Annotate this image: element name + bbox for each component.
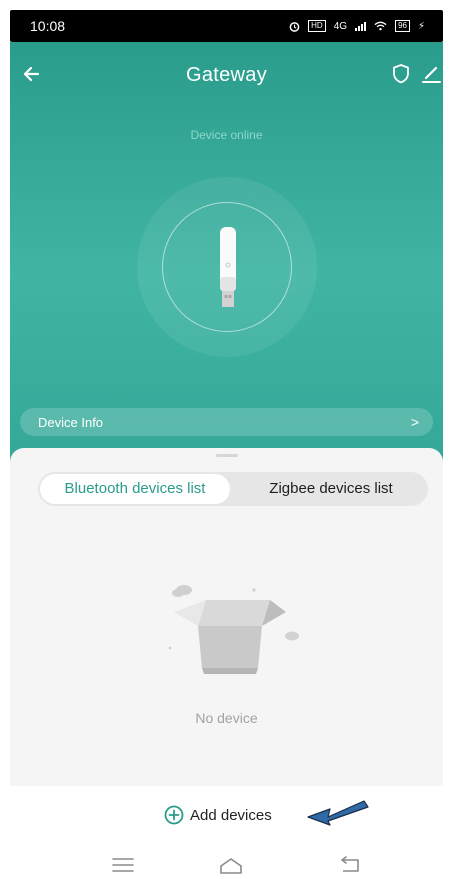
device-list-tabs: Bluetooth devices list Zigbee devices li… xyxy=(38,472,428,506)
alarm-icon xyxy=(289,21,300,32)
gateway-hero: Gateway Device online Device Info > xyxy=(10,42,443,462)
security-button[interactable] xyxy=(390,62,412,86)
status-time: 10:08 xyxy=(30,18,66,34)
tab-zigbee-devices[interactable]: Zigbee devices list xyxy=(238,474,424,504)
top-app-bar: Gateway xyxy=(10,42,443,104)
signal-icon xyxy=(355,21,367,31)
edit-button[interactable] xyxy=(420,62,442,86)
back-icon xyxy=(341,856,359,872)
nav-home-button[interactable] xyxy=(218,856,244,874)
nav-menu-button[interactable] xyxy=(110,856,136,874)
nav-back-button[interactable] xyxy=(337,856,363,874)
empty-box-icon xyxy=(168,585,299,674)
add-devices-button[interactable]: Add devices xyxy=(164,805,272,825)
page-title: Gateway xyxy=(185,64,268,86)
menu-icon xyxy=(112,858,134,872)
device-info-label: Device Info xyxy=(38,414,104,430)
tab-bluetooth-devices[interactable]: Bluetooth devices list xyxy=(40,474,230,504)
battery-icon: 96 xyxy=(395,20,410,32)
devices-sheet: Bluetooth devices list Zigbee devices li… xyxy=(10,448,443,786)
arrow-left-icon xyxy=(23,66,40,82)
back-button[interactable] xyxy=(18,60,48,88)
shield-icon xyxy=(393,64,409,84)
status-icons: HD 4G 96 ⚡ xyxy=(289,20,425,32)
sheet-drag-handle[interactable] xyxy=(216,454,238,457)
status-bar: 10:08 HD 4G 96 ⚡ xyxy=(10,10,443,42)
charging-icon: ⚡ xyxy=(417,20,425,32)
network-type: 4G xyxy=(333,20,348,32)
plus-circle-icon xyxy=(164,805,184,825)
device-info-row[interactable]: Device Info > xyxy=(20,408,433,436)
usb-dongle-icon xyxy=(220,227,236,307)
system-nav-bar xyxy=(0,852,453,879)
chevron-right-icon: > xyxy=(410,414,419,430)
wifi-icon xyxy=(374,21,387,31)
add-devices-label: Add devices xyxy=(190,806,272,824)
pencil-icon xyxy=(422,66,441,83)
empty-state-text: No device xyxy=(195,710,258,726)
hd-badge: HD xyxy=(308,20,326,32)
device-status: Device online xyxy=(190,128,263,142)
annotation-arrow-icon xyxy=(307,800,369,826)
home-icon xyxy=(220,858,242,874)
